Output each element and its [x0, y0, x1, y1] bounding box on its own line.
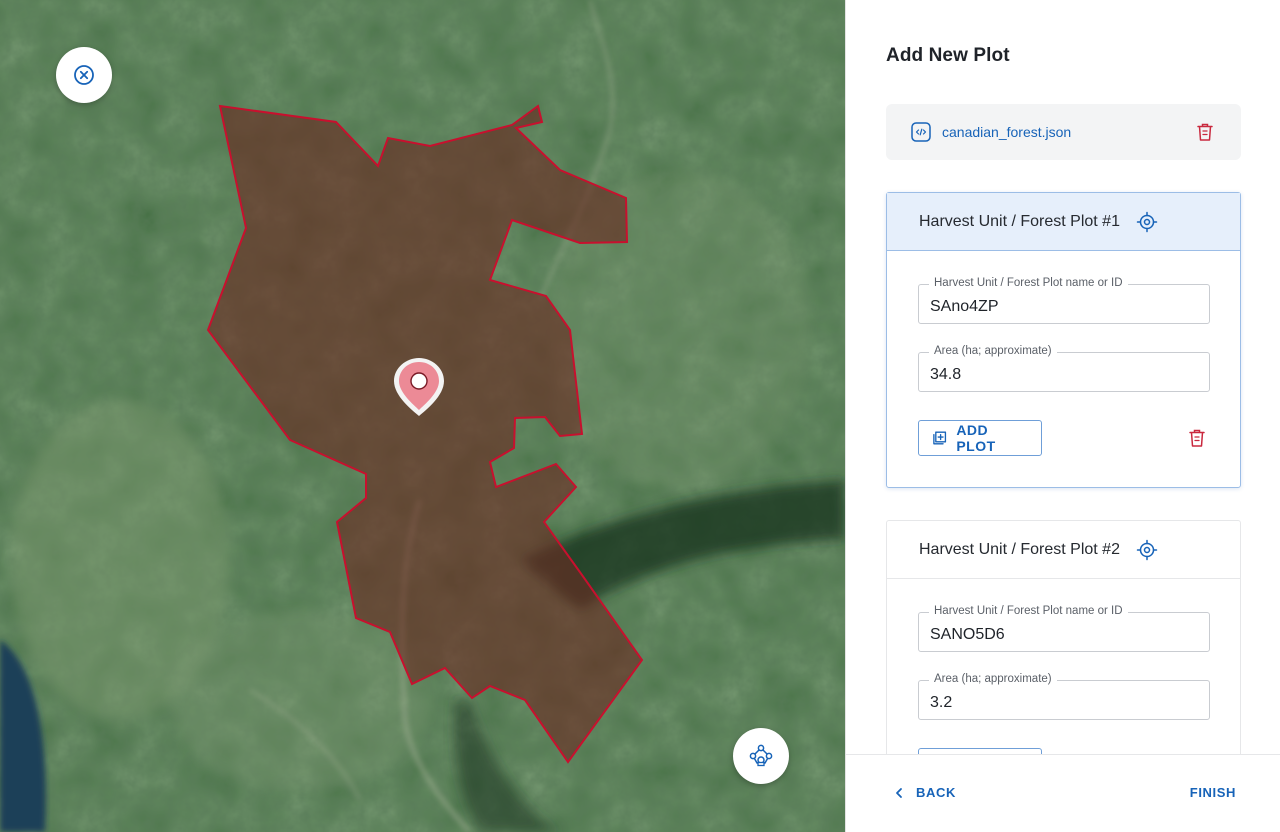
plot-name-input[interactable] [919, 613, 1209, 651]
plot-card-title: Harvest Unit / Forest Plot #1 [919, 212, 1120, 230]
chevron-left-icon [896, 787, 902, 798]
add-plot-panel: Add New Plot canadian_forest.json Harves… [845, 0, 1280, 832]
plot-area-input[interactable] [919, 353, 1209, 391]
crosshair-target-icon[interactable] [1136, 211, 1158, 233]
trash-icon [1197, 123, 1213, 141]
add-plot-button[interactable]: ADD PLOT [918, 420, 1042, 456]
plot-name-field[interactable]: Harvest Unit / Forest Plot name or ID [918, 605, 1210, 652]
add-plot-label: ADD PLOT [956, 422, 996, 454]
add-plot-icon [933, 431, 947, 445]
plot-area-input[interactable] [919, 681, 1209, 719]
panel-footer: BACK FINISH [846, 754, 1280, 832]
plot-area-label: Area (ha; approximate) [929, 673, 1057, 685]
close-map-button[interactable] [56, 47, 112, 103]
page-title: Add New Plot [886, 45, 1010, 66]
plot-area-field[interactable]: Area (ha; approximate) [918, 673, 1210, 720]
plot-card-header: Harvest Unit / Forest Plot #2 [887, 521, 1240, 579]
finish-button[interactable]: FINISH [1190, 785, 1236, 800]
file-name: canadian_forest.json [942, 124, 1072, 140]
map-pin-icon[interactable] [391, 354, 447, 418]
plot-area-label: Area (ha; approximate) [929, 345, 1057, 357]
plot-name-field[interactable]: Harvest Unit / Forest Plot name or ID [918, 277, 1210, 324]
plot-card-2[interactable]: Harvest Unit / Forest Plot #2 Harvest Un… [886, 520, 1241, 754]
plot-name-label: Harvest Unit / Forest Plot name or ID [929, 277, 1128, 289]
plot-card-1[interactable]: Harvest Unit / Forest Plot #1 Harvest Un… [886, 192, 1241, 488]
map-view[interactable] [0, 0, 845, 832]
crosshair-target-icon[interactable] [1136, 539, 1158, 561]
plot-card-title: Harvest Unit / Forest Plot #2 [919, 540, 1120, 558]
plot-name-label: Harvest Unit / Forest Plot name or ID [929, 605, 1128, 617]
draw-polygon-button[interactable] [733, 728, 789, 784]
delete-plot-button[interactable] [1185, 426, 1209, 450]
plots-list[interactable]: Harvest Unit / Forest Plot #1 Harvest Un… [846, 175, 1280, 754]
plot-area-field[interactable]: Area (ha; approximate) [918, 345, 1210, 392]
back-label: BACK [916, 785, 956, 800]
plot-name-input[interactable] [919, 285, 1209, 323]
uploaded-file-row: canadian_forest.json [886, 104, 1241, 160]
json-file-icon [911, 122, 931, 142]
delete-file-button[interactable] [1193, 120, 1217, 144]
polygon-nodes-icon [749, 744, 773, 767]
trash-icon [1189, 429, 1205, 447]
close-circle-icon [74, 65, 94, 85]
back-button[interactable]: BACK [892, 785, 956, 800]
plot-card-header: Harvest Unit / Forest Plot #1 [887, 193, 1240, 251]
